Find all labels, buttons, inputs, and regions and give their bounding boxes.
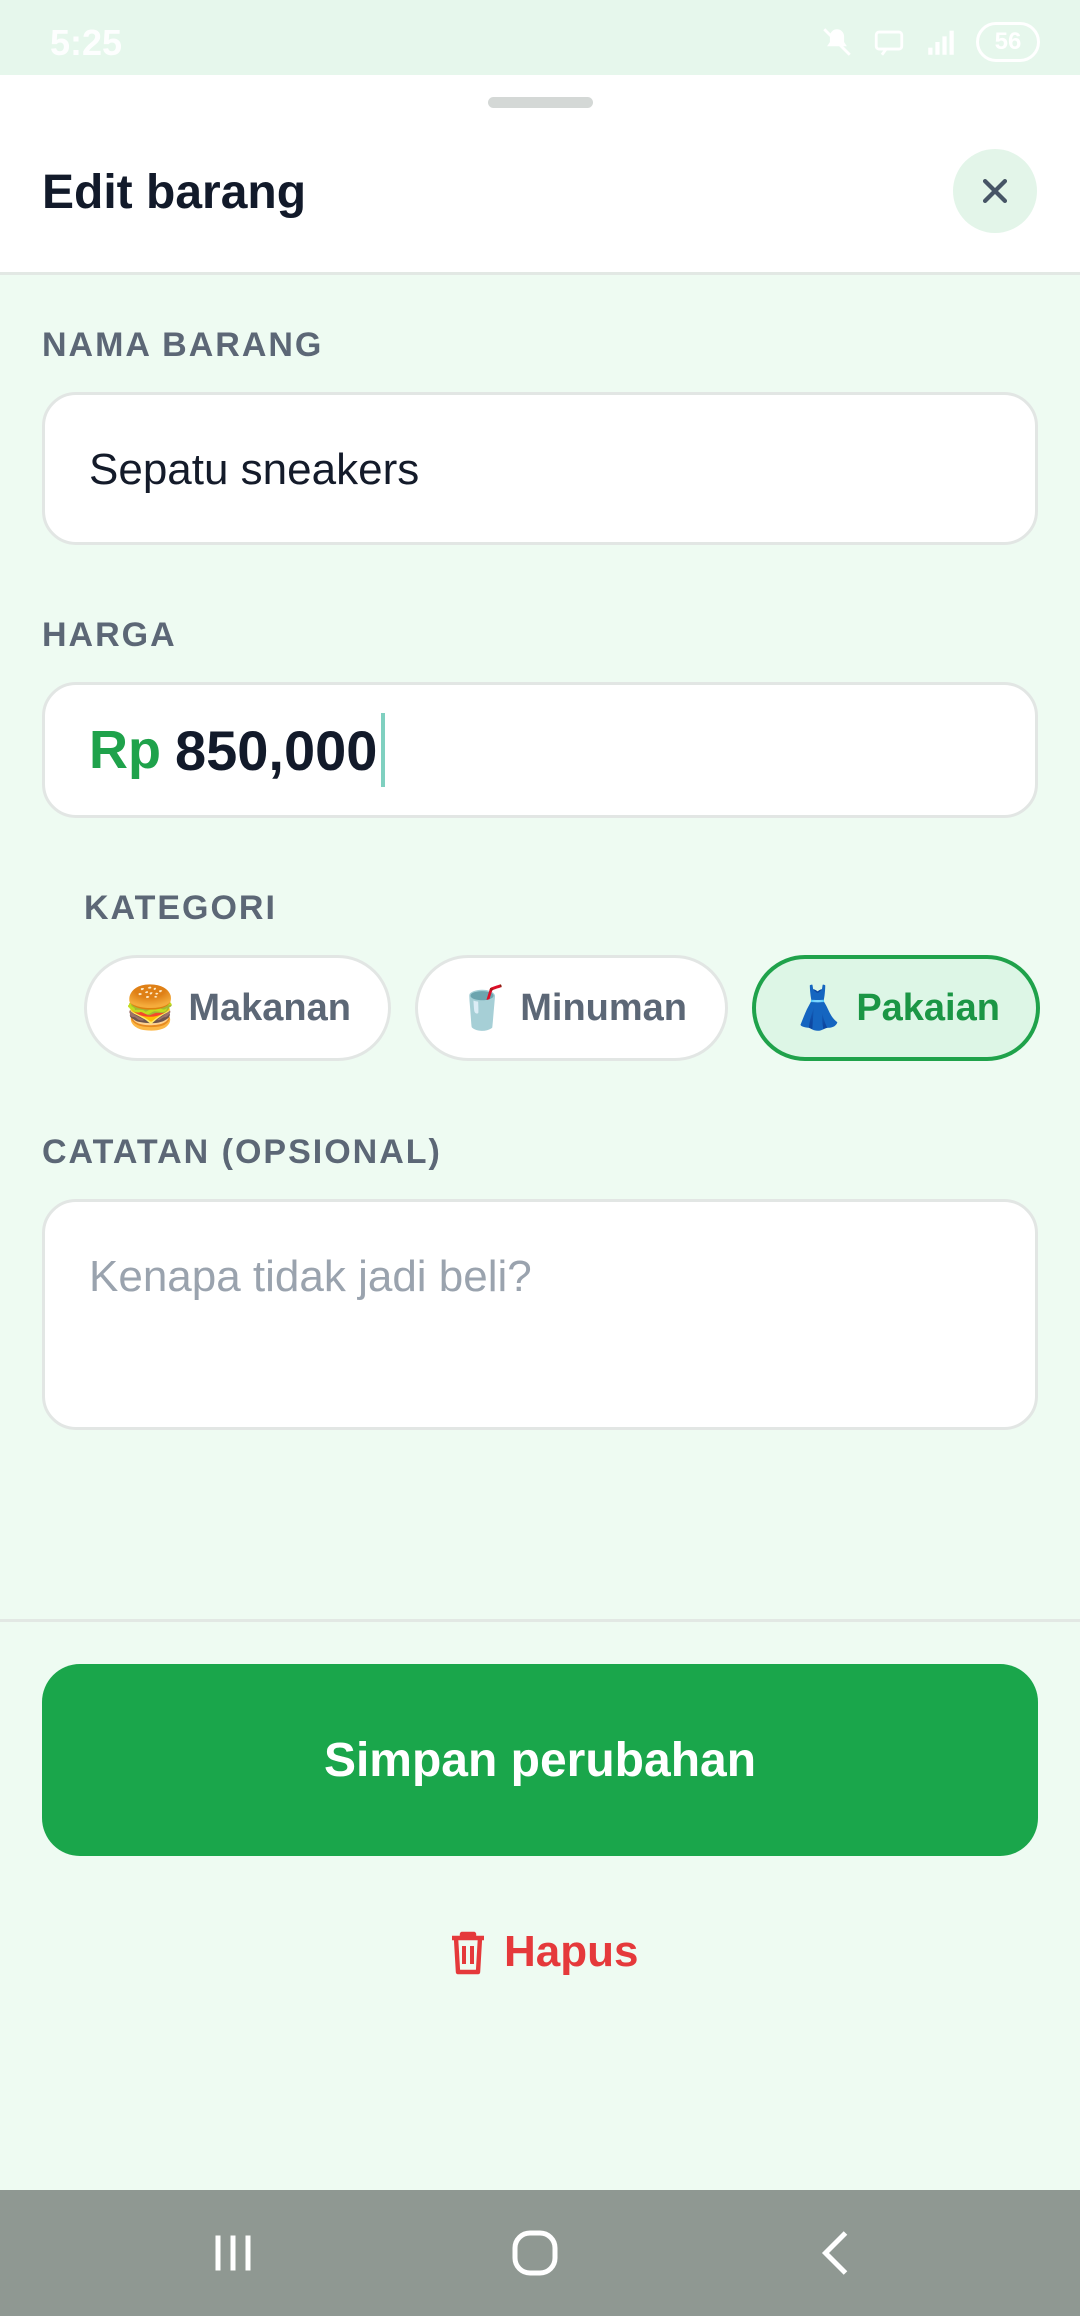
delete-button[interactable]: Hapus	[448, 1920, 638, 1984]
recent-apps-icon	[215, 2235, 251, 2271]
name-field[interactable]: Sepatu sneakers	[42, 392, 1038, 545]
close-icon	[982, 178, 1008, 204]
notes-label: CATATAN (OPSIONAL)	[42, 1133, 442, 1171]
category-chip-makanan[interactable]: 🍔 Makanan	[84, 955, 391, 1061]
name-value: Sepatu sneakers	[89, 445, 420, 494]
category-chips: 🍔 Makanan 🥤 Minuman 👗 Pakaian	[84, 955, 1040, 1061]
drink-icon: 🥤	[455, 984, 509, 1031]
status-bar: 5:25 56	[0, 0, 1080, 75]
status-icons: 56	[820, 22, 1040, 62]
close-button[interactable]	[953, 149, 1037, 233]
status-time: 5:25	[50, 22, 123, 63]
currency-label: Rp	[89, 720, 161, 780]
save-button[interactable]: Simpan perubahan	[42, 1664, 1038, 1856]
battery-icon: 56	[976, 22, 1040, 62]
home-icon	[512, 2230, 558, 2276]
notes-placeholder: Kenapa tidak jadi beli?	[89, 1252, 532, 1301]
name-label: NAMA BARANG	[42, 326, 324, 364]
dress-icon: 👗	[792, 984, 845, 1031]
mute-icon	[823, 28, 851, 56]
back-button[interactable]	[798, 2218, 878, 2288]
sheet-header: Edit barang	[0, 75, 1080, 275]
price-label: HARGA	[42, 616, 177, 654]
screen: 5:25 56 Edit barang NAMA BARANG Sepatu s…	[0, 0, 1080, 2316]
text-caret	[381, 713, 386, 787]
home-button[interactable]	[495, 2218, 575, 2288]
chip-label: Pakaian	[856, 986, 1000, 1029]
trash-icon	[452, 1931, 484, 1975]
signal-icon	[928, 30, 954, 55]
burger-icon: 🍔	[124, 984, 177, 1031]
recent-apps-button[interactable]	[193, 2218, 273, 2288]
price-row: Rp 850,000	[89, 685, 386, 815]
category-chip-pakaian[interactable]: 👗 Pakaian	[752, 955, 1040, 1061]
chip-label: Makanan	[188, 986, 351, 1029]
delete-label: Hapus	[504, 1927, 639, 1976]
notes-field[interactable]: Kenapa tidak jadi beli?	[42, 1199, 1038, 1430]
back-icon	[821, 2231, 848, 2275]
category-chip-minuman[interactable]: 🥤 Minuman	[415, 955, 728, 1061]
category-label: KATEGORI	[84, 889, 277, 927]
drag-handle[interactable]	[488, 97, 593, 108]
chip-label: Minuman	[520, 986, 688, 1029]
navigation-bar	[0, 2190, 1080, 2316]
price-value: 850,000	[174, 718, 378, 782]
page-title: Edit barang	[42, 166, 307, 219]
price-field[interactable]: Rp 850,000	[42, 682, 1038, 818]
message-icon	[874, 30, 904, 56]
divider	[0, 1619, 1080, 1622]
